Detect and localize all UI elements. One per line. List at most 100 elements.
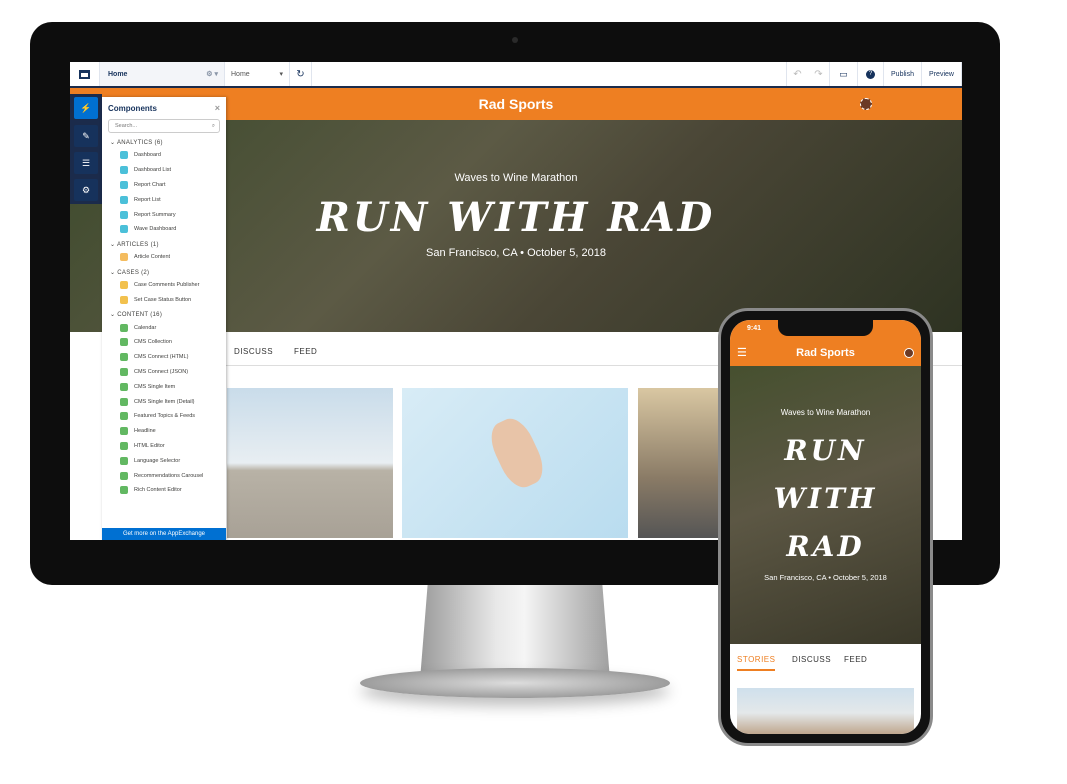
- component-icon: [120, 471, 128, 480]
- component-label: Article Content: [134, 254, 171, 261]
- builder-sidebar: ⚡ ✎ ☰ ⚙: [70, 94, 102, 204]
- component-item[interactable]: Dashboard List: [102, 163, 226, 178]
- component-label: Report Summary: [134, 211, 176, 218]
- component-icon: [120, 210, 128, 219]
- site-title: Rad Sports: [478, 96, 554, 112]
- camera: [512, 37, 518, 43]
- component-icon: [120, 427, 128, 436]
- section-header[interactable]: ⌄ CONTENT (16): [102, 307, 226, 320]
- component-label: CMS Connect (HTML): [134, 354, 189, 361]
- section-header[interactable]: ⌄ CASES (2): [102, 265, 226, 278]
- component-label: Report List: [134, 196, 161, 203]
- component-item[interactable]: CMS Single Item (Detail): [102, 394, 226, 409]
- page-name: Home: [108, 70, 128, 78]
- toolbar: Home ⚙ ▾ Home ▾ ↻ ↶ ↷ ▭ ? Publish Preview: [70, 62, 962, 88]
- panel-title: Components: [108, 103, 157, 113]
- story-card-image[interactable]: [402, 388, 628, 538]
- component-item[interactable]: CMS Collection: [102, 335, 226, 350]
- device-preview-icon[interactable]: ▭: [830, 62, 858, 86]
- component-label: CMS Single Item: [134, 383, 176, 390]
- section-header[interactable]: ⌄ ARTICLES (1): [102, 237, 226, 250]
- component-item[interactable]: HTML Editor: [102, 439, 226, 454]
- redo-icon[interactable]: ↷: [814, 69, 822, 80]
- component-label: Calendar: [134, 324, 157, 331]
- components-lightning-icon[interactable]: ⚡: [74, 97, 98, 119]
- appexchange-link[interactable]: Get more on the AppExchange: [102, 528, 226, 540]
- component-label: Language Selector: [134, 457, 181, 464]
- component-item[interactable]: CMS Single Item: [102, 379, 226, 394]
- component-icon: [120, 323, 128, 332]
- phone-site-title: Rad Sports: [796, 347, 855, 359]
- monitor-base: [360, 668, 670, 698]
- component-item[interactable]: Case Comments Publisher: [102, 278, 226, 293]
- phone-story-image[interactable]: [737, 688, 914, 734]
- tab-discuss[interactable]: DISCUSS: [234, 347, 273, 356]
- component-item[interactable]: Featured Topics & Feeds: [102, 409, 226, 424]
- component-label: Recommendations Carousel: [134, 472, 204, 479]
- section-header[interactable]: ⌄ ANALYTICS (6): [102, 135, 226, 148]
- component-item[interactable]: CMS Connect (JSON): [102, 365, 226, 380]
- phone-tab-discuss[interactable]: DISCUSS: [792, 655, 831, 664]
- search-input[interactable]: Search... ⌕: [108, 119, 220, 133]
- theme-pencil-icon[interactable]: ✎: [74, 125, 98, 147]
- phone-tab-feed[interactable]: FEED: [844, 655, 867, 664]
- component-label: CMS Single Item (Detail): [134, 398, 195, 405]
- avatar[interactable]: [860, 98, 872, 110]
- phone-tab-stories[interactable]: STORIES: [737, 655, 776, 671]
- component-label: Dashboard List: [134, 167, 171, 174]
- phone-screen: 9:41 ☰ Rad Sports Waves to Wine Marathon…: [730, 320, 921, 734]
- help-icon[interactable]: ?: [858, 62, 884, 86]
- components-panel: Components × Search... ⌕ ⌄ ANALYTICS (6) D…: [102, 97, 226, 540]
- gear-dropdown-icon[interactable]: ⚙ ▾: [206, 70, 218, 78]
- component-icon: [120, 412, 128, 421]
- tab-feed[interactable]: FEED: [294, 347, 317, 356]
- component-icon: [120, 151, 128, 160]
- component-item[interactable]: Wave Dashboard: [102, 222, 226, 237]
- undo-icon[interactable]: ↶: [793, 69, 801, 80]
- component-item[interactable]: Recommendations Carousel: [102, 468, 226, 483]
- component-icon: [120, 166, 128, 175]
- component-item[interactable]: CMS Connect (HTML): [102, 350, 226, 365]
- component-item[interactable]: Calendar: [102, 320, 226, 335]
- preview-button[interactable]: Preview: [922, 62, 962, 86]
- component-icon: [120, 382, 128, 391]
- refresh-icon[interactable]: ↻: [290, 62, 312, 86]
- component-icon: [120, 486, 128, 495]
- component-label: CMS Connect (JSON): [134, 368, 189, 375]
- component-label: Report Chart: [134, 181, 166, 188]
- close-icon[interactable]: ×: [215, 103, 220, 113]
- story-card-image[interactable]: [638, 388, 720, 538]
- component-item[interactable]: Report Summary: [102, 207, 226, 222]
- component-item[interactable]: Dashboard: [102, 148, 226, 163]
- component-label: Headline: [134, 428, 156, 435]
- page-selector[interactable]: Home ⚙ ▾: [100, 62, 225, 86]
- page-structure-icon[interactable]: ☰: [74, 152, 98, 174]
- component-icon: [120, 295, 128, 304]
- monitor-stand: [420, 585, 610, 680]
- component-item[interactable]: Rich Content Editor: [102, 483, 226, 498]
- component-icon: [120, 353, 128, 362]
- component-label: Case Comments Publisher: [134, 281, 200, 288]
- story-card-image[interactable]: [227, 388, 393, 538]
- component-icon: [120, 456, 128, 465]
- search-placeholder: Search...: [115, 123, 138, 129]
- component-item[interactable]: Set Case Status Button: [102, 292, 226, 307]
- phone-avatar[interactable]: [904, 348, 914, 358]
- page-dropdown-label: Home: [231, 70, 250, 78]
- layout-icon[interactable]: [70, 62, 100, 86]
- headline-line: WITH: [773, 482, 878, 515]
- component-icon: [120, 441, 128, 450]
- publish-button[interactable]: Publish: [884, 62, 922, 86]
- component-item[interactable]: Language Selector: [102, 453, 226, 468]
- page-dropdown[interactable]: Home ▾: [225, 62, 290, 86]
- component-icon: [120, 253, 128, 262]
- search-icon: ⌕: [211, 122, 215, 129]
- component-icon: [120, 180, 128, 189]
- component-item[interactable]: Headline: [102, 424, 226, 439]
- component-item[interactable]: Article Content: [102, 250, 226, 265]
- phone-hero-headline: RUN WITH RAD: [730, 427, 921, 571]
- component-item[interactable]: Report List: [102, 192, 226, 207]
- settings-gear-icon[interactable]: ⚙: [74, 179, 98, 201]
- component-item[interactable]: Report Chart: [102, 178, 226, 193]
- component-label: Featured Topics & Feeds: [134, 413, 196, 420]
